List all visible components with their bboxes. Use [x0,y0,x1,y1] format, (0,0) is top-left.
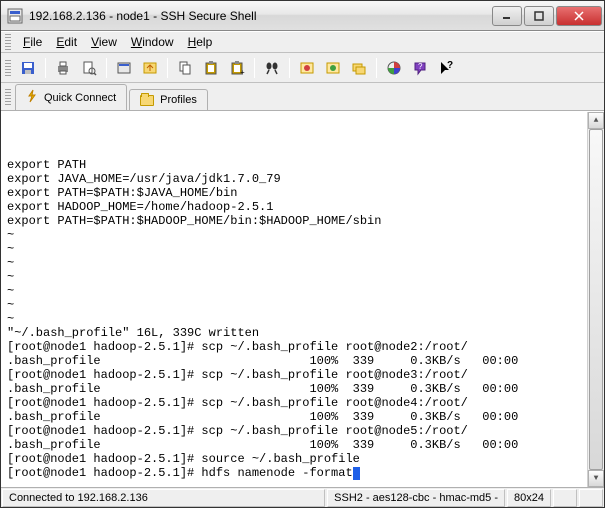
separator [289,58,290,78]
title-bar: 192.168.2.136 - node1 - SSH Secure Shell [1,1,604,31]
new-terminal-icon[interactable] [112,56,136,80]
menu-bar: File Edit View Window Help [1,31,604,53]
tab-quick-connect[interactable]: Quick Connect [15,84,127,110]
tabbar-grip[interactable] [5,89,11,105]
window-controls [490,6,602,26]
tab-label: Quick Connect [44,92,116,104]
toolbar: + ? ? [1,53,604,83]
file-transfer-icon[interactable] [138,56,162,80]
window-title: 192.168.2.136 - node1 - SSH Secure Shell [29,9,490,23]
find-icon[interactable] [260,56,284,80]
status-indicator-2 [579,489,603,507]
whats-this-icon[interactable]: ? [434,56,458,80]
status-indicator-1 [553,489,577,507]
svg-text:?: ? [447,60,453,71]
connect-icon[interactable] [321,56,345,80]
lightning-icon [26,89,38,106]
scroll-down-button[interactable]: ▼ [588,470,604,487]
status-connection: Connected to 192.168.2.136 [2,489,325,507]
menu-view[interactable]: View [85,33,123,51]
menu-help[interactable]: Help [182,33,219,51]
tab-label: Profiles [160,94,197,106]
scroll-up-button[interactable]: ▲ [588,112,604,129]
menu-edit[interactable]: Edit [50,33,83,51]
separator [254,58,255,78]
tab-bar: Quick Connect Profiles [1,83,604,111]
help-icon[interactable]: ? [408,56,432,80]
status-bar: Connected to 192.168.2.136 SSH2 - aes128… [1,487,604,507]
paste-icon[interactable] [199,56,223,80]
terminal[interactable]: export PATH export JAVA_HOME=/usr/java/j… [1,111,604,487]
colors-icon[interactable] [382,56,406,80]
close-button[interactable] [556,6,602,26]
copy-icon[interactable] [173,56,197,80]
save-icon[interactable] [16,56,40,80]
toolbar-grip[interactable] [5,60,11,76]
separator [376,58,377,78]
svg-text:+: + [240,68,245,76]
menu-grip[interactable] [5,34,11,50]
menu-file[interactable]: File [17,33,48,51]
status-size: 80x24 [507,489,551,507]
separator [167,58,168,78]
clipboard-icon[interactable]: + [225,56,249,80]
folder-icon [140,95,154,106]
preview-icon[interactable] [77,56,101,80]
minimize-button[interactable] [492,6,522,26]
disconnect-icon[interactable] [295,56,319,80]
separator [106,58,107,78]
print-icon[interactable] [51,56,75,80]
scrollbar[interactable]: ▲ ▼ [587,112,604,487]
status-cipher: SSH2 - aes128-cbc - hmac-md5 - [327,489,505,507]
svg-text:?: ? [418,62,423,71]
separator [45,58,46,78]
cursor [353,467,360,480]
folders-icon[interactable] [347,56,371,80]
tab-profiles[interactable]: Profiles [129,89,208,110]
scroll-track[interactable] [588,129,604,470]
scroll-thumb[interactable] [589,129,603,470]
menu-window[interactable]: Window [125,33,180,51]
app-icon [7,8,23,24]
maximize-button[interactable] [524,6,554,26]
